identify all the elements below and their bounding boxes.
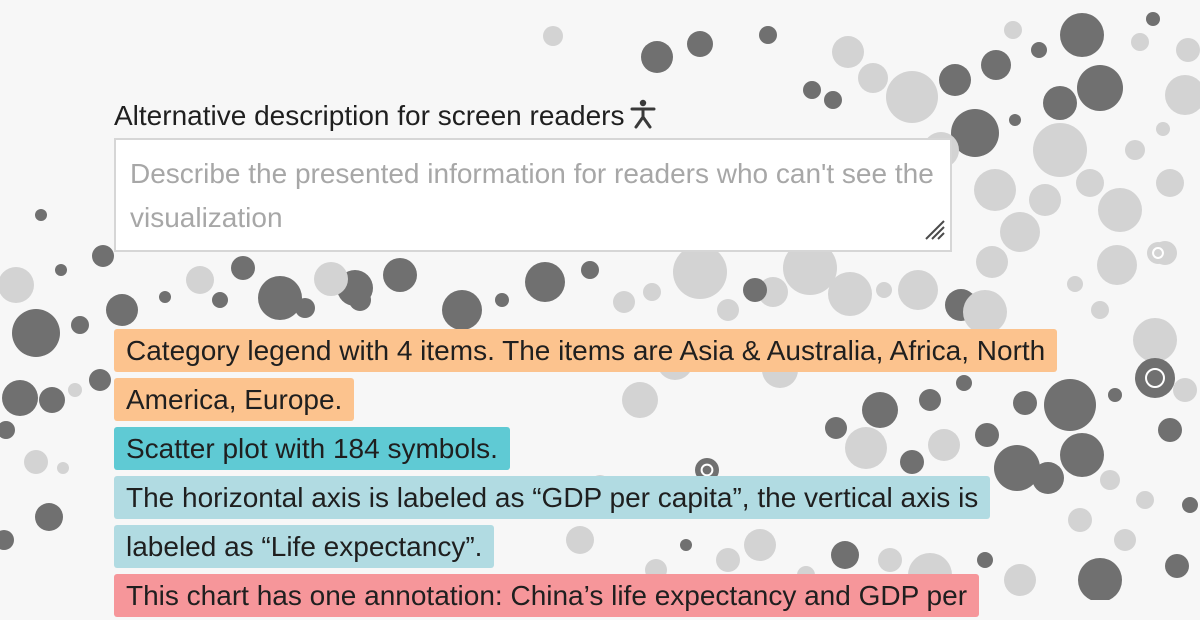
- alt-text-label-text: Alternative description for screen reade…: [114, 100, 625, 131]
- background-dot: [876, 282, 892, 298]
- background-dot: [976, 246, 1008, 278]
- scatter-description-text: Scatter plot with 184 symbols.: [114, 427, 510, 470]
- background-dot: [1076, 169, 1104, 197]
- background-dot: [35, 209, 47, 221]
- background-dot: [1100, 470, 1120, 490]
- background-dot: [525, 262, 565, 302]
- background-dot: [1091, 301, 1109, 319]
- background-dot: [743, 278, 767, 302]
- background-dot: [92, 245, 114, 267]
- background-dot: [314, 262, 348, 296]
- background-dot: [581, 261, 599, 279]
- background-dot: [1131, 33, 1149, 51]
- background-dot: [89, 369, 111, 391]
- background-dot: [68, 383, 82, 397]
- background-dot: [71, 316, 89, 334]
- background-dot: [939, 64, 971, 96]
- background-dot: [613, 291, 635, 313]
- axis-description-text: The horizontal axis is labeled as “GDP p…: [114, 476, 991, 568]
- background-dot: [442, 290, 482, 330]
- background-dot: [1173, 378, 1197, 402]
- background-dot: [0, 530, 14, 550]
- background-dot: [759, 26, 777, 44]
- background-dot: [898, 270, 938, 310]
- alt-text-textarea-container: [114, 138, 952, 252]
- resize-handle-icon[interactable]: [922, 217, 946, 246]
- background-dot: [1004, 21, 1022, 39]
- background-dot: [0, 267, 34, 303]
- background-dot: [35, 503, 63, 531]
- background-ring-marker: [1147, 242, 1169, 264]
- background-dot: [1029, 184, 1061, 216]
- background-dot: [258, 276, 302, 320]
- background-dot: [1165, 75, 1200, 115]
- background-dot: [55, 264, 67, 276]
- background-dot: [1156, 169, 1184, 197]
- accessibility-icon: [630, 99, 656, 140]
- background-dot: [981, 50, 1011, 80]
- alt-text-panel: Alternative description for screen reade…: [114, 96, 1074, 617]
- background-dot: [717, 299, 739, 321]
- background-dot: [1158, 418, 1182, 442]
- background-dot: [383, 258, 417, 292]
- background-dot: [687, 31, 713, 57]
- background-dot: [212, 292, 228, 308]
- axis-description: The horizontal axis is labeled as “GDP p…: [114, 473, 1074, 571]
- alt-text-label: Alternative description for screen reade…: [114, 96, 1074, 136]
- background-dot: [231, 256, 255, 280]
- background-dot: [0, 421, 15, 439]
- annotation-description-text: This chart has one annotation: China’s l…: [114, 574, 980, 617]
- background-dot: [186, 266, 214, 294]
- background-dot: [832, 36, 864, 68]
- background-dot: [1077, 65, 1123, 111]
- annotation-description: This chart has one annotation: China’s l…: [114, 571, 1074, 620]
- background-dot: [1031, 42, 1047, 58]
- background-dot: [1098, 188, 1142, 232]
- background-dot: [1097, 245, 1137, 285]
- background-dot: [1108, 388, 1122, 402]
- generated-description: Category legend with 4 items. The items …: [114, 326, 1074, 620]
- background-dot: [1133, 318, 1177, 362]
- background-dot: [858, 63, 888, 93]
- background-dot: [1176, 38, 1200, 62]
- background-dot: [1136, 491, 1154, 509]
- background-dot: [1146, 12, 1160, 26]
- background-dot: [1165, 554, 1189, 578]
- background-dot: [1114, 529, 1136, 551]
- background-dot: [1060, 13, 1104, 57]
- alt-text-textarea[interactable]: [116, 140, 950, 250]
- background-dot: [39, 387, 65, 413]
- background-dot: [2, 380, 38, 416]
- legend-description-text: Category legend with 4 items. The items …: [114, 329, 1058, 421]
- background-ring-marker: [1135, 358, 1175, 398]
- legend-description: Category legend with 4 items. The items …: [114, 326, 1074, 424]
- background-dot: [1182, 497, 1198, 513]
- background-dot: [1078, 558, 1122, 600]
- background-dot: [495, 293, 509, 307]
- background-dot: [57, 462, 69, 474]
- background-dot: [106, 294, 138, 326]
- background-dot: [641, 41, 673, 73]
- scatter-description: Scatter plot with 184 symbols.: [114, 424, 1074, 473]
- background-dot: [974, 169, 1016, 211]
- background-dot: [643, 283, 661, 301]
- background-dot: [12, 309, 60, 357]
- background-dot: [159, 291, 171, 303]
- background-dot: [1156, 122, 1170, 136]
- background-dot: [1125, 140, 1145, 160]
- background-dot: [543, 26, 563, 46]
- background-dot: [1000, 212, 1040, 252]
- background-dot: [1067, 276, 1083, 292]
- background-dot: [24, 450, 48, 474]
